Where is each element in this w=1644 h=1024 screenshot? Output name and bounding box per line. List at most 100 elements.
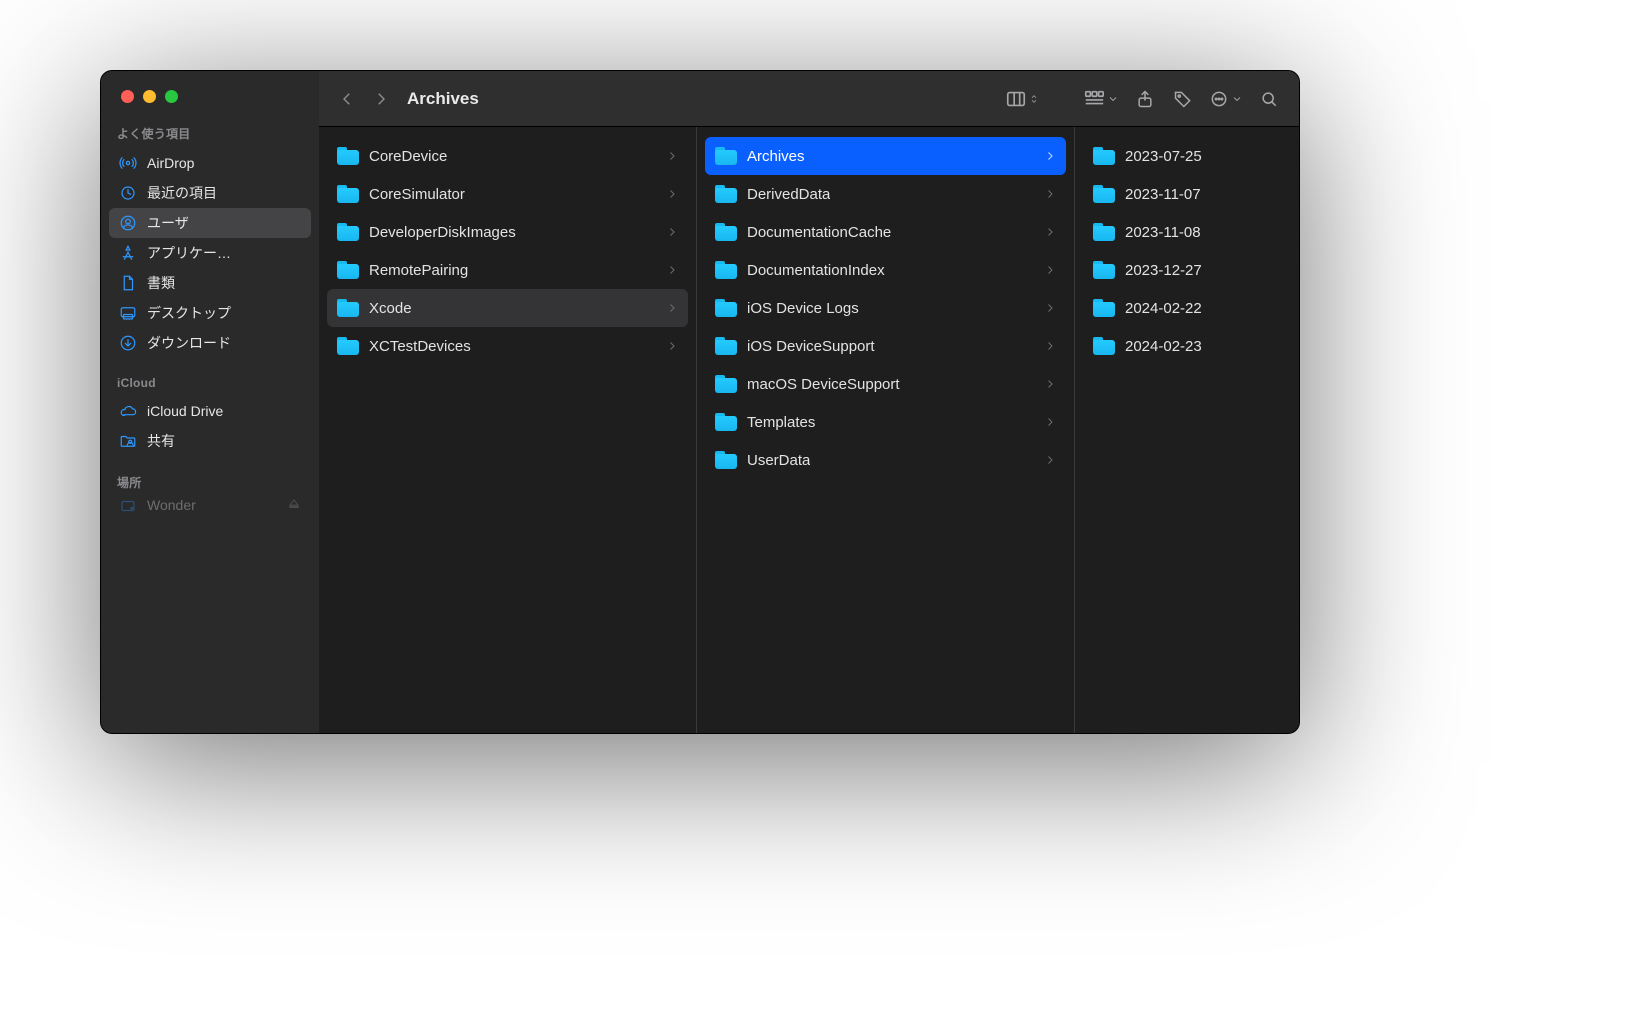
traffic-lights xyxy=(101,71,319,121)
column-browser: CoreDevice CoreSimulator DeveloperDiskImag… xyxy=(319,127,1299,733)
folder-icon xyxy=(337,299,359,317)
sidebar-item-label: AirDrop xyxy=(147,155,194,171)
chevron-right-icon xyxy=(666,302,678,314)
chevron-right-icon xyxy=(1044,226,1056,238)
sidebar-item-clock[interactable]: 最近の項目 xyxy=(109,178,311,208)
folder-row[interactable]: Archives xyxy=(705,137,1066,175)
folder-icon xyxy=(1093,337,1115,355)
sidebar-item-cloud[interactable]: iCloud Drive xyxy=(109,396,311,426)
sidebar-item-label: 最近の項目 xyxy=(147,183,217,203)
folder-row[interactable]: CoreDevice xyxy=(327,137,688,175)
sidebar-item-user[interactable]: ユーザ xyxy=(109,208,311,238)
sidebar-section-label: iCloud xyxy=(101,372,319,394)
folder-icon xyxy=(337,223,359,241)
folder-row[interactable]: 2023-11-07 xyxy=(1083,175,1291,213)
folder-name: CoreDevice xyxy=(369,148,447,165)
chevron-right-icon xyxy=(1044,378,1056,390)
user-icon xyxy=(119,214,137,232)
folder-row[interactable]: 2023-12-27 xyxy=(1083,251,1291,289)
window-title: Archives xyxy=(407,89,479,109)
folder-icon xyxy=(1093,147,1115,165)
group-by-button[interactable] xyxy=(1079,85,1123,113)
sidebar-item-document[interactable]: 書類 xyxy=(109,268,311,298)
folder-name: 2023-11-08 xyxy=(1125,224,1201,241)
tags-button[interactable] xyxy=(1167,85,1199,113)
view-columns-button[interactable] xyxy=(1001,85,1043,113)
folder-name: 2023-12-27 xyxy=(1125,262,1202,279)
folder-row[interactable]: DeveloperDiskImages xyxy=(327,213,688,251)
folder-row[interactable]: iOS Device Logs xyxy=(705,289,1066,327)
folder-name: DocumentationIndex xyxy=(747,262,885,279)
column-2: 2023-07-25 2023-11-07 2023-11-08 2023-12-27… xyxy=(1075,127,1299,733)
folder-name: 2023-07-25 xyxy=(1125,148,1202,165)
sidebar-item-label: ユーザ xyxy=(147,213,189,233)
cloud-icon xyxy=(119,402,137,420)
folder-name: DeveloperDiskImages xyxy=(369,224,516,241)
column-0: CoreDevice CoreSimulator DeveloperDiskImag… xyxy=(319,127,697,733)
main-area: Archives xyxy=(319,71,1299,733)
sidebar-item-desktop[interactable]: デスクトップ xyxy=(109,298,311,328)
folder-row[interactable]: Templates xyxy=(705,403,1066,441)
folder-icon xyxy=(1093,223,1115,241)
sidebar-item-shared[interactable]: 共有 xyxy=(109,426,311,456)
share-button[interactable] xyxy=(1129,85,1161,113)
sidebar-item-label: iCloud Drive xyxy=(147,403,223,419)
folder-name: 2023-11-07 xyxy=(1125,186,1201,203)
chevron-right-icon xyxy=(666,226,678,238)
sidebar-item-label: 書類 xyxy=(147,273,175,293)
folder-name: Templates xyxy=(747,414,815,431)
chevron-right-icon xyxy=(1044,416,1056,428)
folder-row[interactable]: 2023-11-08 xyxy=(1083,213,1291,251)
eject-icon[interactable] xyxy=(287,497,301,514)
folder-row[interactable]: macOS DeviceSupport xyxy=(705,365,1066,403)
column-1: Archives DerivedData DocumentationCache Doc… xyxy=(697,127,1075,733)
folder-icon xyxy=(715,413,737,431)
folder-row[interactable]: DocumentationIndex xyxy=(705,251,1066,289)
folder-row[interactable]: CoreSimulator xyxy=(327,175,688,213)
document-icon xyxy=(119,274,137,292)
folder-row[interactable]: XCTestDevices xyxy=(327,327,688,365)
chevron-right-icon xyxy=(1044,454,1056,466)
folder-icon xyxy=(715,299,737,317)
toolbar: Archives xyxy=(319,71,1299,127)
sidebar-item-disk[interactable]: Wonder xyxy=(109,497,311,517)
chevron-right-icon xyxy=(1044,302,1056,314)
folder-name: CoreSimulator xyxy=(369,186,465,203)
folder-row[interactable]: 2024-02-23 xyxy=(1083,327,1291,365)
sidebar-item-download[interactable]: ダウンロード xyxy=(109,328,311,358)
chevron-right-icon xyxy=(666,188,678,200)
window-close-button[interactable] xyxy=(121,90,134,103)
folder-icon xyxy=(715,261,737,279)
nav-back-button[interactable] xyxy=(333,85,361,113)
folder-name: 2024-02-22 xyxy=(1125,300,1202,317)
folder-row[interactable]: DocumentationCache xyxy=(705,213,1066,251)
folder-icon xyxy=(337,337,359,355)
folder-icon xyxy=(715,223,737,241)
folder-row[interactable]: Xcode xyxy=(327,289,688,327)
folder-row[interactable]: 2023-07-25 xyxy=(1083,137,1291,175)
sidebar: よく使う項目AirDrop最近の項目ユーザアプリケー…書類デスクトップダウンロー… xyxy=(101,71,319,733)
folder-row[interactable]: 2024-02-22 xyxy=(1083,289,1291,327)
chevron-right-icon xyxy=(1044,150,1056,162)
folder-name: 2024-02-23 xyxy=(1125,338,1202,355)
finder-window: よく使う項目AirDrop最近の項目ユーザアプリケー…書類デスクトップダウンロー… xyxy=(100,70,1300,734)
folder-row[interactable]: RemotePairing xyxy=(327,251,688,289)
search-button[interactable] xyxy=(1253,85,1285,113)
action-menu-button[interactable] xyxy=(1205,85,1247,113)
folder-row[interactable]: UserData xyxy=(705,441,1066,479)
window-minimize-button[interactable] xyxy=(143,90,156,103)
folder-name: Archives xyxy=(747,148,805,165)
sidebar-section-label: 場所 xyxy=(101,470,319,495)
folder-name: Xcode xyxy=(369,300,412,317)
folder-row[interactable]: iOS DeviceSupport xyxy=(705,327,1066,365)
chevron-right-icon xyxy=(1044,188,1056,200)
chevron-right-icon xyxy=(1044,340,1056,352)
folder-row[interactable]: DerivedData xyxy=(705,175,1066,213)
folder-icon xyxy=(337,147,359,165)
nav-forward-button[interactable] xyxy=(367,85,395,113)
sidebar-item-appstore[interactable]: アプリケー… xyxy=(109,238,311,268)
folder-name: DerivedData xyxy=(747,186,830,203)
window-zoom-button[interactable] xyxy=(165,90,178,103)
folder-name: DocumentationCache xyxy=(747,224,891,241)
sidebar-item-airdrop[interactable]: AirDrop xyxy=(109,148,311,178)
